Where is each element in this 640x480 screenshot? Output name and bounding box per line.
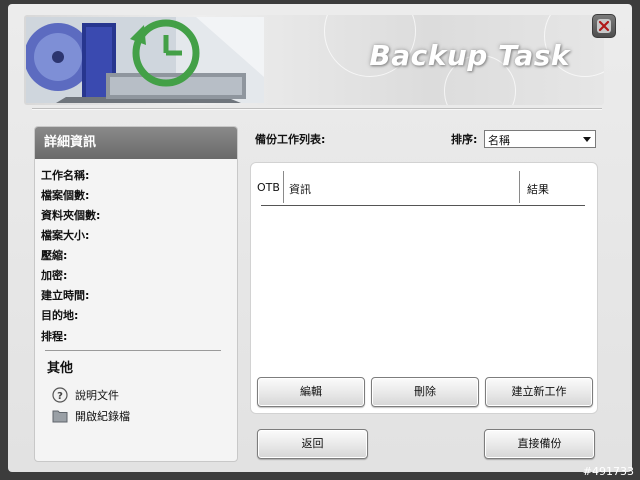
- banner: Backup Task: [24, 15, 604, 105]
- help-icon: ?: [51, 386, 69, 404]
- back-button[interactable]: 返回: [257, 429, 368, 459]
- backup-drive-illustration: [26, 17, 264, 103]
- close-button[interactable]: [592, 14, 616, 38]
- backup-now-button[interactable]: 直接備份: [484, 429, 595, 459]
- column-separator: [283, 171, 284, 203]
- field-compression: 壓縮:: [41, 249, 68, 262]
- help-document-label: 說明文件: [75, 389, 119, 402]
- details-divider: [45, 350, 221, 351]
- column-header-otb[interactable]: OTB: [257, 181, 280, 194]
- field-encryption: 加密:: [41, 269, 68, 282]
- new-task-button[interactable]: 建立新工作: [485, 377, 593, 407]
- field-file-size: 檔案大小:: [41, 229, 90, 242]
- column-header-result[interactable]: 結果: [527, 181, 549, 197]
- window-title: Backup Task: [369, 39, 570, 72]
- help-document-link[interactable]: ? 說明文件: [51, 386, 119, 404]
- sort-label: 排序:: [451, 133, 478, 146]
- list-header-rule: [261, 205, 585, 206]
- open-log-link[interactable]: 開啟紀錄檔: [51, 407, 130, 425]
- column-header-info[interactable]: 資訊: [289, 181, 311, 197]
- chevron-down-icon: [583, 137, 591, 142]
- folder-icon: [51, 407, 69, 425]
- banner-divider: [32, 108, 602, 110]
- field-file-count: 檔案個數:: [41, 189, 90, 202]
- details-header: 詳細資訊: [35, 127, 237, 159]
- sort-select[interactable]: 名稱: [484, 130, 596, 148]
- other-section-title: 其他: [47, 361, 74, 376]
- column-separator: [519, 171, 520, 203]
- field-destination: 目的地:: [41, 309, 79, 322]
- watermark: #491733: [582, 465, 634, 478]
- field-schedule: 排程:: [41, 330, 68, 343]
- field-task-name: 工作名稱:: [41, 169, 90, 182]
- details-panel: 詳細資訊 工作名稱: 檔案個數: 資料夾個數: 檔案大小: 壓縮: 加密: 建立…: [34, 126, 238, 462]
- field-folder-count: 資料夾個數:: [41, 209, 101, 222]
- open-log-label: 開啟紀錄檔: [75, 410, 130, 423]
- svg-text:?: ?: [57, 391, 63, 402]
- delete-button[interactable]: 刪除: [371, 377, 479, 407]
- backup-task-list-title: 備份工作列表:: [255, 133, 326, 146]
- sort-selected-value: 名稱: [488, 134, 510, 147]
- close-icon: [597, 19, 611, 33]
- edit-button[interactable]: 編輯: [257, 377, 365, 407]
- field-created-time: 建立時間:: [41, 289, 90, 302]
